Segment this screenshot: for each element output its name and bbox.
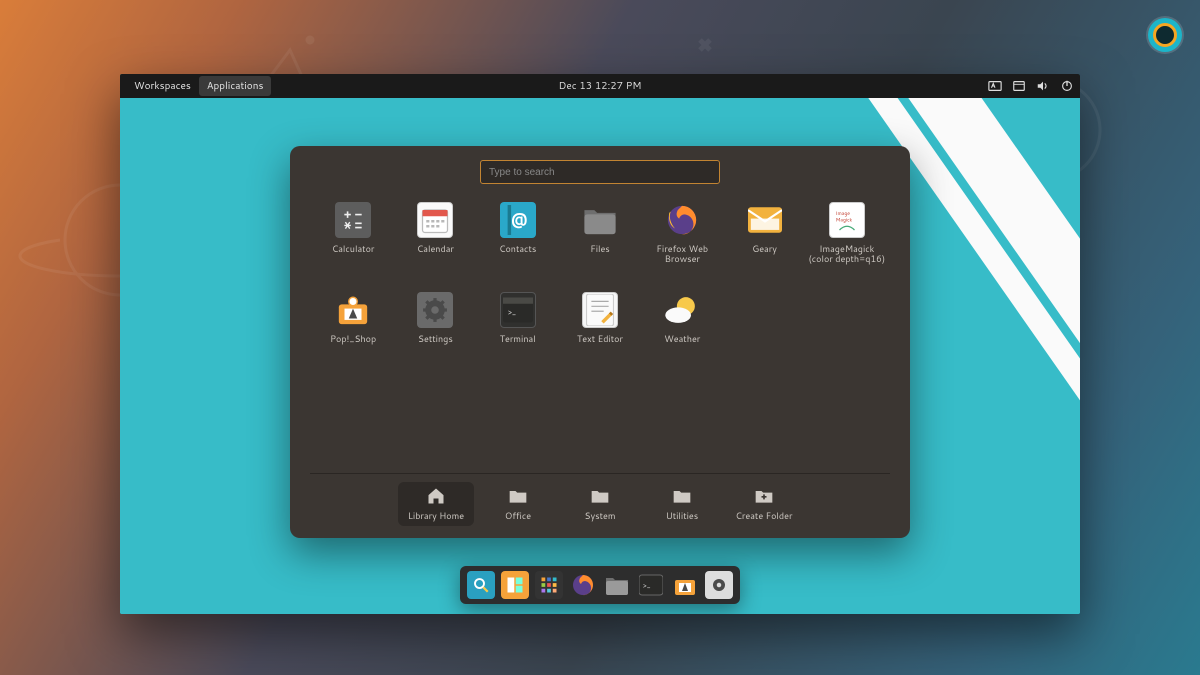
svg-text:>_: >_: [643, 581, 651, 591]
app-imagemagick[interactable]: ImageMagick ImageMagick (color depth=q16…: [808, 200, 886, 286]
settings-icon: [710, 576, 728, 594]
app-calendar[interactable]: Calendar: [396, 200, 474, 286]
app-contacts[interactable]: @ Contacts: [479, 200, 557, 286]
app-label: Weather: [664, 334, 700, 344]
geary-icon: [747, 202, 783, 238]
input-method-icon[interactable]: [988, 79, 1002, 93]
clock[interactable]: Dec 13 12:27 PM: [559, 79, 642, 93]
calculator-icon: [335, 202, 371, 238]
svg-text:@: @: [511, 208, 528, 231]
library-label: System: [585, 509, 616, 522]
contacts-icon: @: [500, 202, 536, 238]
firefox-icon: [571, 573, 595, 597]
home-icon: [426, 486, 446, 506]
folder-icon: [590, 486, 610, 506]
dock-pop-shop[interactable]: [671, 571, 699, 599]
app-calculator[interactable]: Calculator: [314, 200, 392, 286]
app-label: Geary: [752, 244, 777, 254]
app-files[interactable]: Files: [561, 200, 639, 286]
app-terminal[interactable]: >_ Terminal: [479, 290, 557, 376]
search-input[interactable]: [480, 160, 720, 184]
app-label: Firefox Web Browser: [643, 244, 721, 265]
dock-workspaces[interactable]: [501, 571, 529, 599]
app-label: Calculator: [332, 244, 375, 254]
app-firefox[interactable]: Firefox Web Browser: [643, 200, 721, 286]
volume-icon[interactable]: [1036, 79, 1050, 93]
app-label: Text Editor: [577, 334, 623, 344]
library-system[interactable]: System: [562, 482, 638, 526]
app-label: Settings: [418, 334, 453, 344]
dock-search[interactable]: [467, 571, 495, 599]
library-label: Office: [505, 509, 531, 522]
library-label: Utilities: [666, 509, 698, 522]
add-folder-icon: [754, 486, 774, 506]
power-icon[interactable]: [1060, 79, 1074, 93]
applications-button[interactable]: Applications: [199, 76, 272, 96]
text-editor-icon: [582, 292, 618, 328]
library-create-folder[interactable]: Create Folder: [726, 482, 802, 526]
app-label: Calendar: [417, 244, 454, 254]
pop-shop-icon: [335, 292, 371, 328]
app-weather[interactable]: Weather: [643, 290, 721, 376]
dock: >_: [460, 566, 740, 604]
app-label: Files: [590, 244, 610, 254]
app-grid: Calculator Calendar @ Contacts Files Fir…: [290, 196, 910, 473]
dock-firefox[interactable]: [569, 571, 597, 599]
app-label: ImageMagick (color depth=q16): [808, 244, 886, 265]
calendar-icon: [417, 202, 453, 238]
library-label: Create Folder: [735, 509, 792, 522]
pop-shop-icon: [673, 573, 697, 597]
library-utilities[interactable]: Utilities: [644, 482, 720, 526]
imagemagick-icon: ImageMagick: [829, 202, 865, 238]
workspaces-button[interactable]: Workspaces: [126, 76, 199, 96]
terminal-icon: >_: [500, 292, 536, 328]
dock-files[interactable]: [603, 571, 631, 599]
app-pop-shop[interactable]: Pop!_Shop: [314, 290, 392, 376]
app-label: Terminal: [500, 334, 536, 344]
terminal-icon: >_: [639, 574, 663, 596]
dock-terminal[interactable]: >_: [637, 571, 665, 599]
app-label: Pop!_Shop: [330, 334, 376, 344]
folder-icon: [508, 486, 528, 506]
apps-grid-icon: [540, 576, 558, 594]
application-launcher: Calculator Calendar @ Contacts Files Fir…: [290, 146, 910, 538]
library-office[interactable]: Office: [480, 482, 556, 526]
library-bar: Library Home Office System Utilities Cre…: [290, 474, 910, 538]
svg-text:>_: >_: [508, 308, 516, 318]
library-label: Library Home: [408, 509, 464, 522]
app-settings[interactable]: Settings: [396, 290, 474, 376]
dock-settings[interactable]: [705, 571, 733, 599]
firefox-icon: [664, 202, 700, 238]
search-app-icon: [472, 576, 490, 594]
workspaces-app-icon: [506, 576, 524, 594]
folder-icon: [672, 486, 692, 506]
site-logo-badge: [1148, 18, 1182, 52]
svg-text:Magick: Magick: [836, 216, 853, 223]
top-panel: Workspaces Applications Dec 13 12:27 PM: [120, 74, 1080, 98]
weather-icon: [664, 292, 700, 328]
app-geary[interactable]: Geary: [725, 200, 803, 286]
files-icon: [605, 574, 629, 596]
app-label: Contacts: [499, 244, 536, 254]
dock-apps[interactable]: [535, 571, 563, 599]
app-text-editor[interactable]: Text Editor: [561, 290, 639, 376]
library-home[interactable]: Library Home: [398, 482, 474, 526]
window-icon[interactable]: [1012, 79, 1026, 93]
settings-icon: [417, 292, 453, 328]
files-icon: [582, 202, 618, 238]
desktop-screenshot: Workspaces Applications Dec 13 12:27 PM …: [120, 74, 1080, 614]
